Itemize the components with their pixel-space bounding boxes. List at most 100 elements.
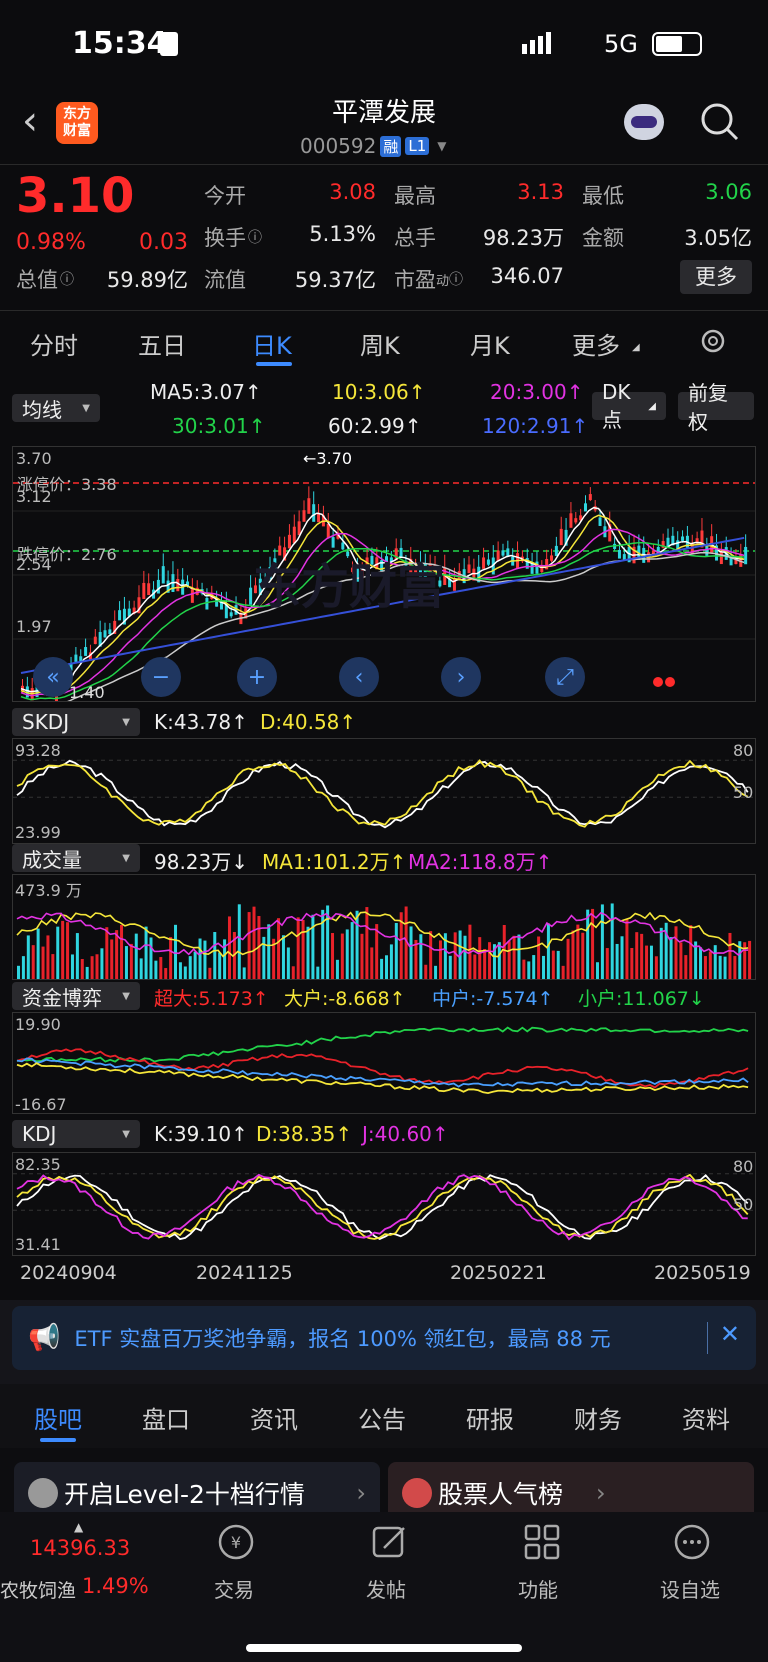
volume-bar: [183, 966, 187, 979]
popularity-text: 股票人气榜: [438, 1480, 564, 1509]
promo-banner[interactable]: 📢 ETF 实盘百万奖池争霸，报名 100% 领红包，最高 88 元 ✕: [12, 1306, 756, 1370]
volume-bar: [576, 924, 580, 979]
fullscreen-icon[interactable]: ⤢: [545, 657, 585, 697]
rewind-icon[interactable]: «: [33, 657, 73, 697]
volume-bar: [365, 907, 369, 979]
zoom-out-icon[interactable]: −: [141, 657, 181, 697]
skdj-selector[interactable]: SKDJ ▼: [12, 708, 140, 736]
volume-bar: [75, 933, 79, 979]
post-label[interactable]: 发帖: [366, 1574, 406, 1603]
volume-bar: [409, 926, 413, 979]
favorite-label[interactable]: 设自选: [660, 1574, 720, 1603]
watermark: 东方财富: [253, 559, 446, 615]
signal-icon: [522, 30, 551, 54]
kline-chart[interactable]: 东方财富 3.70 涨停价：3.38 3.12 跌停价：2.76 2.54 1.…: [12, 446, 756, 702]
index-value[interactable]: 14396.33: [30, 1536, 130, 1560]
tab-more[interactable]: 更多: [572, 326, 620, 361]
ma-selector[interactable]: 均线 ▼: [12, 394, 100, 422]
volume-chart[interactable]: 473.9 万: [12, 874, 756, 980]
post-edit-icon[interactable]: [370, 1522, 410, 1562]
tab-profile[interactable]: 资料: [682, 1400, 730, 1435]
skdj-k-value: K:43.78↑: [154, 710, 248, 734]
volume-bar: [360, 933, 364, 979]
volume-bar: [424, 964, 428, 979]
tab-daily-k[interactable]: 日K: [252, 326, 292, 361]
volume-bar: [699, 947, 703, 979]
tab-finance[interactable]: 财务: [574, 1400, 622, 1435]
tab-five-day[interactable]: 五日: [138, 326, 186, 361]
more-dots-icon[interactable]: [672, 1522, 712, 1562]
candle: [617, 549, 621, 559]
volume-bar: [110, 939, 114, 979]
settings-gear-icon[interactable]: [698, 326, 728, 356]
volume-bar: [61, 920, 65, 979]
volume-bar: [708, 951, 712, 979]
volume-bar: [522, 959, 526, 979]
candle: [292, 526, 296, 544]
tab-monthly-k[interactable]: 月K: [470, 326, 510, 361]
market-cap-label-row[interactable]: 总值 ⓘ: [16, 264, 74, 294]
volume-bar: [517, 934, 521, 979]
skdj-chart[interactable]: 93.28 23.99 80 50: [12, 738, 756, 844]
tab-pankou[interactable]: 盘口: [142, 1400, 190, 1435]
scroll-left-icon[interactable]: ‹: [339, 657, 379, 697]
volume-bar: [586, 909, 590, 979]
candle: [501, 550, 505, 556]
chart-bar-icon: [402, 1478, 432, 1508]
volume-bar: [723, 956, 727, 979]
tab-research[interactable]: 研报: [466, 1400, 514, 1435]
more-button[interactable]: 更多: [680, 260, 752, 294]
volume-bar: [733, 956, 737, 979]
volume-bar: [345, 929, 349, 979]
dk-point-button[interactable]: DK点 ◢: [592, 380, 666, 432]
tab-guba[interactable]: 股吧: [34, 1400, 82, 1435]
kdj-selector[interactable]: KDJ ▼: [12, 1120, 140, 1148]
volume-bar: [95, 954, 99, 979]
volume-bar: [595, 962, 599, 979]
trade-label[interactable]: 交易: [214, 1574, 254, 1603]
volume-bar: [213, 932, 217, 979]
candle: [103, 630, 107, 638]
fund-flow-chart[interactable]: 19.90 -16.67: [12, 1012, 756, 1114]
trade-icon[interactable]: ¥: [216, 1522, 256, 1562]
index-pct: 1.49%: [82, 1574, 149, 1598]
volume-bar: [144, 926, 148, 979]
volume-bar: [674, 926, 678, 979]
volume-bar: [669, 937, 673, 979]
pe-label-row[interactable]: 市盈动 ⓘ: [394, 264, 463, 294]
adjust-button[interactable]: 前复权: [678, 381, 754, 434]
tab-news[interactable]: 资讯: [250, 1400, 298, 1435]
volume-selector[interactable]: 成交量 ▼: [12, 844, 140, 872]
level2-icon: [28, 1478, 58, 1508]
zoom-in-icon[interactable]: +: [237, 657, 277, 697]
low-value: 3.06: [705, 180, 752, 204]
fund-flow-selector[interactable]: 资金博弈 ▼: [12, 982, 140, 1010]
tab-announce[interactable]: 公告: [358, 1400, 406, 1435]
volume-bar: [645, 945, 649, 979]
chevron-down-icon: ▼: [437, 139, 447, 153]
tab-weekly-k[interactable]: 周K: [360, 326, 400, 361]
candle: [229, 612, 233, 617]
function-grid-icon[interactable]: [522, 1522, 562, 1562]
volume-bar: [36, 928, 40, 979]
volume-bar: [684, 955, 688, 979]
candle: [598, 517, 602, 526]
tab-indicator: [40, 1438, 76, 1442]
close-icon[interactable]: ✕: [720, 1320, 740, 1348]
low-mark: 1.40: [69, 683, 105, 702]
tab-intraday[interactable]: 分时: [30, 326, 78, 361]
volume-bar: [51, 954, 55, 979]
volume-bar: [286, 947, 290, 979]
function-label[interactable]: 功能: [518, 1574, 558, 1603]
stock-code-row[interactable]: 000592 融 L1 ▼: [300, 134, 447, 158]
fund-y-bot: -16.67: [15, 1095, 67, 1114]
robot-assistant-icon[interactable]: [624, 104, 664, 140]
kdj-chart[interactable]: 82.35 31.41 80 50: [12, 1152, 756, 1256]
kdj-canvas: [13, 1173, 755, 1241]
turnover-label-row[interactable]: 换手 ⓘ: [204, 222, 262, 252]
scroll-right-icon[interactable]: ›: [441, 657, 481, 697]
kline-y-top: 3.70: [16, 449, 52, 468]
volume-bar: [615, 943, 619, 979]
search-icon[interactable]: [700, 102, 740, 142]
volume-bar: [169, 937, 173, 979]
